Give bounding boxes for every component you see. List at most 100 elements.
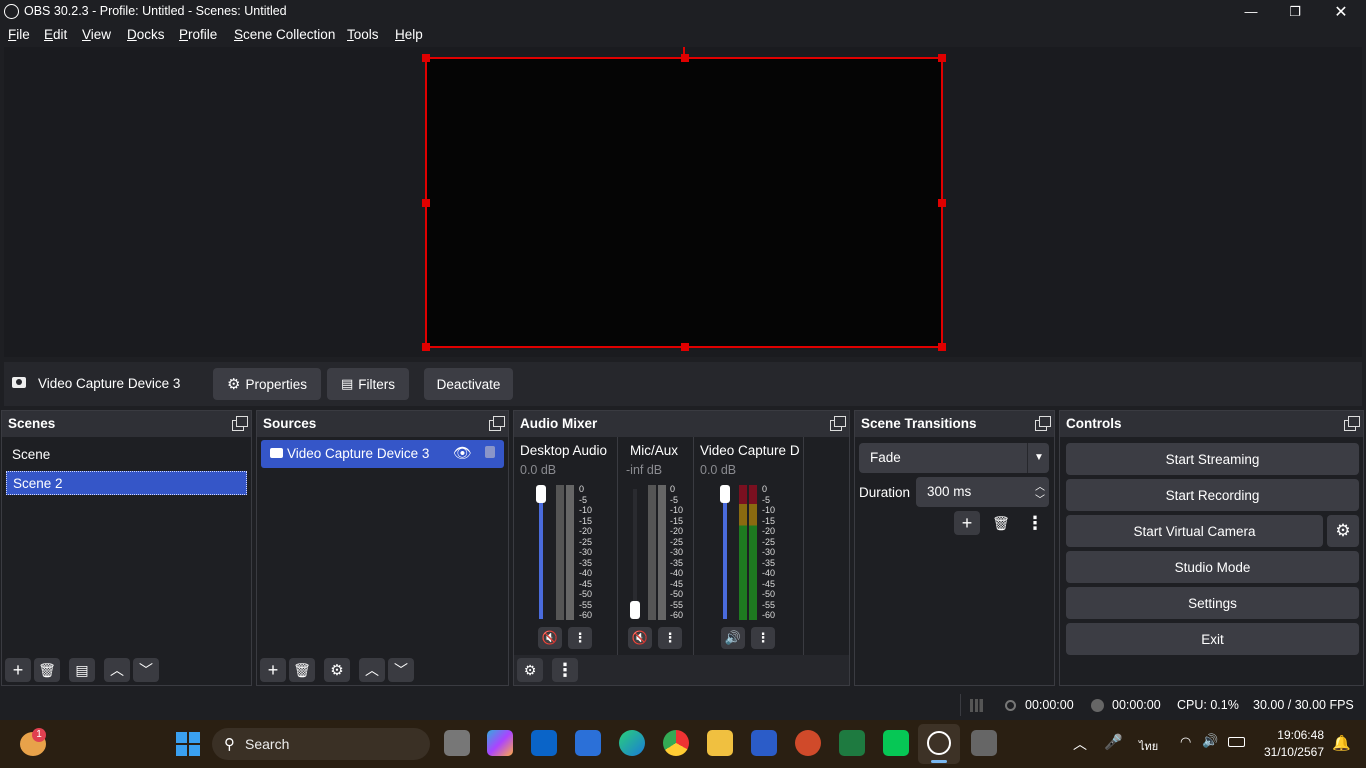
scene-filters-button[interactable]: ▤ — [69, 658, 95, 682]
volume-slider[interactable] — [633, 489, 637, 619]
volume-slider[interactable] — [539, 489, 543, 619]
volume-slider-handle[interactable] — [536, 485, 546, 503]
undock-icon[interactable] — [232, 416, 248, 431]
add-source-button[interactable]: + — [260, 658, 286, 682]
meter-scale-label: -30 — [579, 547, 593, 557]
mute-icon[interactable]: 🔇 — [628, 627, 652, 649]
app-icon[interactable] — [971, 730, 997, 756]
channel-menu-button[interactable]: ⋮ — [751, 627, 775, 649]
mute-icon[interactable]: 🔇 — [538, 627, 562, 649]
battery-icon[interactable] — [1228, 737, 1245, 747]
volume-slider-handle[interactable] — [630, 601, 640, 619]
edge-icon[interactable] — [619, 730, 645, 756]
chevron-down-icon[interactable]: ﹀ — [1035, 491, 1045, 506]
minimize-button[interactable]: — — [1228, 0, 1274, 23]
resize-handle[interactable] — [681, 343, 689, 351]
windows-start-icon[interactable] — [176, 732, 200, 756]
remove-transition-button[interactable]: 🗑 — [988, 511, 1014, 535]
deactivate-button[interactable]: Deactivate — [424, 368, 513, 400]
scene-transitions-body: Fade ▼ Duration 300 ms ︿ ﹀ + 🗑 ⋮ — [855, 437, 1054, 685]
lock-icon[interactable] — [485, 446, 495, 458]
menu-scene-collection[interactable]: Scene Collection — [234, 27, 335, 42]
powerpoint-icon[interactable] — [795, 730, 821, 756]
start-streaming-button[interactable]: Start Streaming — [1066, 443, 1359, 475]
volume-slider[interactable] — [723, 489, 727, 619]
speaker-icon[interactable]: 🔊 — [1202, 733, 1218, 749]
wifi-icon[interactable]: ◠ — [1180, 734, 1191, 750]
menu-file[interactable]: File — [8, 27, 30, 42]
duration-stepper[interactable]: 300 ms ︿ ﹀ — [916, 477, 1049, 507]
close-button[interactable]: ✕ — [1318, 0, 1364, 23]
transition-menu-button[interactable]: ⋮ — [1022, 511, 1048, 535]
scene-item[interactable]: Scene — [6, 443, 247, 467]
start-virtual-camera-button[interactable]: Start Virtual Camera — [1066, 515, 1323, 547]
status-bar: 00:00:00 00:00:00 CPU: 0.1% 30.00 / 30.0… — [0, 690, 1366, 720]
word-icon[interactable] — [751, 730, 777, 756]
resize-handle[interactable] — [938, 199, 946, 207]
excel-icon[interactable] — [839, 730, 865, 756]
move-source-up-button[interactable]: ︿ — [359, 658, 385, 682]
language-indicator[interactable]: ไทย — [1139, 737, 1158, 755]
clock-date[interactable]: 31/10/2567 — [1258, 745, 1324, 759]
resize-handle[interactable] — [938, 54, 946, 62]
resize-handle[interactable] — [938, 343, 946, 351]
task-view-icon[interactable] — [444, 730, 470, 756]
scene-item-selected[interactable]: Scene 2 — [6, 471, 247, 495]
start-recording-button[interactable]: Start Recording — [1066, 479, 1359, 511]
undock-icon[interactable] — [1344, 416, 1360, 431]
add-scene-button[interactable]: + — [5, 658, 31, 682]
properties-button[interactable]: ⚙ Properties — [213, 368, 321, 400]
studio-mode-button[interactable]: Studio Mode — [1066, 551, 1359, 583]
taskbar-search[interactable]: ⚲ Search — [212, 728, 430, 760]
store-icon[interactable] — [575, 730, 601, 756]
mixer-channel-mic-aux: Mic/Aux -inf dB 0 -5 -10 -15 -20 -25 -30 -35 -40… — [618, 437, 694, 655]
remove-source-button[interactable]: 🗑 — [289, 658, 315, 682]
meter-scale-label: -10 — [762, 505, 776, 515]
virtual-camera-settings-button[interactable]: ⚙ — [1327, 515, 1359, 547]
preview-canvas-source[interactable] — [422, 54, 946, 351]
channel-menu-button[interactable]: ⋮ — [658, 627, 682, 649]
notifications-bell-icon[interactable]: 🔔 — [1332, 734, 1351, 752]
resize-handle[interactable] — [422, 199, 430, 207]
settings-button[interactable]: Settings — [1066, 587, 1359, 619]
chrome-icon[interactable] — [663, 730, 689, 756]
copilot-icon[interactable] — [487, 730, 513, 756]
menu-profile[interactable]: Profile — [179, 27, 217, 42]
maximize-button[interactable]: ❐ — [1272, 0, 1318, 23]
outlook-icon[interactable] — [531, 730, 557, 756]
move-scene-up-button[interactable]: ︿ — [104, 658, 130, 682]
file-explorer-icon[interactable] — [707, 730, 733, 756]
resize-handle[interactable] — [422, 54, 430, 62]
add-transition-button[interactable]: + — [954, 511, 980, 535]
source-item[interactable]: Video Capture Device 3 👁 — [261, 440, 504, 468]
chevron-up-icon[interactable]: ︿ — [1073, 734, 1087, 754]
channel-menu-button[interactable]: ⋮ — [568, 627, 592, 649]
microphone-icon[interactable]: 🎤 — [1104, 733, 1123, 751]
obs-icon — [927, 731, 951, 755]
move-source-down-button[interactable]: ﹀ — [388, 658, 414, 682]
obs-taskbar-button[interactable] — [918, 724, 960, 764]
resize-handle[interactable] — [681, 54, 689, 62]
move-scene-down-button[interactable]: ﹀ — [133, 658, 159, 682]
undock-icon[interactable] — [830, 416, 846, 431]
menu-edit[interactable]: Edit — [44, 27, 67, 42]
mixer-menu-button[interactable]: ⋮ — [552, 658, 578, 682]
clock-time[interactable]: 19:06:48 — [1266, 728, 1324, 742]
menu-tools[interactable]: Tools — [347, 27, 379, 42]
resize-handle[interactable] — [422, 343, 430, 351]
filters-button[interactable]: ▤ Filters — [327, 368, 409, 400]
line-icon[interactable] — [883, 730, 909, 756]
menu-help[interactable]: Help — [395, 27, 423, 42]
undock-icon[interactable] — [489, 416, 505, 431]
undock-icon[interactable] — [1035, 416, 1051, 431]
eye-icon[interactable]: 👁 — [453, 444, 472, 462]
menu-docks[interactable]: Docks — [127, 27, 165, 42]
menu-view[interactable]: View — [82, 27, 111, 42]
remove-scene-button[interactable]: 🗑 — [34, 658, 60, 682]
source-properties-button[interactable]: ⚙ — [324, 658, 350, 682]
exit-button[interactable]: Exit — [1066, 623, 1359, 655]
advanced-audio-properties-button[interactable]: ⚙ — [517, 658, 543, 682]
transition-select[interactable]: Fade ▼ — [859, 443, 1049, 473]
volume-slider-handle[interactable] — [720, 485, 730, 503]
volume-icon[interactable]: 🔊 — [721, 627, 745, 649]
